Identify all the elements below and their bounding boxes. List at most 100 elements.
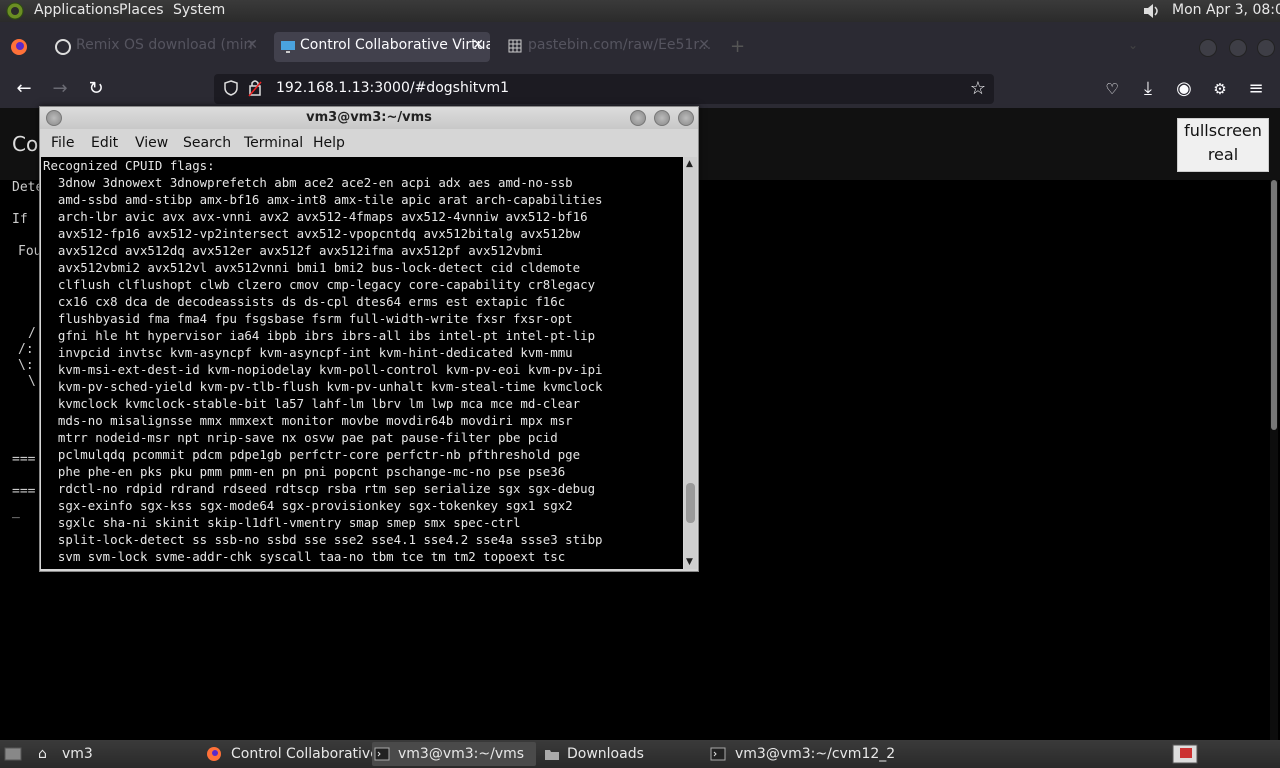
close-icon[interactable]: ✕	[698, 37, 710, 53]
top-panel: Applications Places System Mon Apr 3, 08…	[0, 0, 1280, 22]
scrollbar-thumb[interactable]	[1271, 180, 1277, 430]
menu-view[interactable]: View	[135, 135, 168, 151]
menu-places[interactable]: Places	[119, 2, 164, 18]
taskbar-item-downloads[interactable]: Downloads	[542, 742, 702, 766]
menu-edit[interactable]: Edit	[91, 135, 118, 151]
new-tab-icon[interactable]: +	[730, 36, 745, 57]
reload-icon[interactable]: ↻	[84, 78, 108, 100]
window-menu-icon[interactable]	[46, 110, 62, 126]
terminal-line: svm svm-lock svme-addr-chk syscall taa-n…	[43, 549, 566, 564]
terminal-output[interactable]: Recognized CPUID flags: 3dnow 3dnowext 3…	[41, 157, 683, 569]
vm-text-line: \:	[18, 358, 34, 373]
tab-title: pastebin.com/raw/Ee51r...	[528, 37, 712, 53]
terminal-line: sgx-exinfo sgx-kss sgx-mode64 sgx-provis…	[43, 498, 573, 513]
menu-help[interactable]: Help	[313, 135, 345, 151]
minimize-button[interactable]	[1199, 39, 1217, 57]
extensions-icon[interactable]: ⚙	[1208, 78, 1232, 100]
show-desktop-icon[interactable]	[4, 746, 22, 762]
terminal-line: sgxlc sha-ni skinit skip-l1dfl-vmentry s…	[43, 515, 521, 530]
account-icon[interactable]: ◉	[1172, 78, 1196, 100]
terminal-line: mtrr nodeid-msr npt nrip-save nx osvw pa…	[43, 430, 558, 445]
taskbar-item-vm3[interactable]: ⌂ vm3	[36, 742, 186, 766]
real-label: real	[1207, 145, 1239, 164]
scrollbar-thumb[interactable]	[686, 483, 695, 523]
close-button[interactable]	[678, 110, 694, 126]
tab-control-collaborative[interactable]: Control Collaborative Virtual ✕	[274, 32, 490, 62]
terminal-line: avx512-fp16 avx512-vp2intersect avx512-v…	[43, 226, 581, 241]
maximize-button[interactable]	[654, 110, 670, 126]
chevron-down-icon[interactable]: ⌄	[1128, 38, 1138, 52]
terminal-line: pclmulqdq pcommit pdcm pdpe1gb perfctr-c…	[43, 447, 581, 462]
url-text[interactable]: 192.168.1.13:3000/#dogshitvm1	[276, 80, 509, 96]
taskbar-item-browser[interactable]: Control Collaborative...	[204, 742, 392, 766]
taskbar-label: Control Collaborative...	[231, 746, 393, 762]
back-icon[interactable]: ←	[12, 78, 36, 100]
workspace-switcher-icon[interactable]	[1172, 744, 1198, 764]
github-icon	[55, 39, 71, 55]
pocket-icon[interactable]: ♡	[1100, 78, 1124, 100]
terminal-titlebar[interactable]: vm3@vm3:~/vms	[40, 107, 698, 129]
terminal-line: clflush clflushopt clwb clzero cmov cmp-…	[43, 277, 596, 292]
terminal-line: phe phe-en pks pku pmm pmm-en pn pni pop…	[43, 464, 566, 479]
firefox-icon[interactable]	[10, 38, 28, 56]
tab-title: Remix OS download (mirr	[76, 37, 255, 53]
vm-text-line: ===	[12, 484, 36, 499]
star-icon[interactable]: ☆	[970, 78, 986, 99]
fullscreen-button[interactable]: fullscreen real	[1177, 118, 1269, 172]
taskbar-item-terminal-vms[interactable]: vm3@vm3:~/vms	[372, 742, 536, 766]
vm-text-line: ===	[12, 452, 36, 467]
menu-applications[interactable]: Applications	[34, 2, 120, 18]
menu-search[interactable]: Search	[183, 135, 231, 151]
taskbar-label: vm3@vm3:~/cvm12_2	[735, 746, 896, 762]
tab-title: Control Collaborative Virtual	[300, 37, 490, 53]
scroll-down-icon[interactable]: ▼	[686, 557, 693, 567]
close-icon[interactable]: ✕	[472, 37, 484, 53]
terminal-line: kvm-pv-sched-yield kvm-pv-tlb-flush kvm-…	[43, 379, 603, 394]
menu-system[interactable]: System	[173, 2, 225, 18]
browser-nav-bar: ← → ↻ 192.168.1.13:3000/#dogshitvm1 ☆ ♡ …	[0, 70, 1280, 108]
vm-text-line: \	[28, 374, 36, 389]
tab-remix-os[interactable]: Remix OS download (mirr ✕	[50, 32, 264, 62]
terminal-icon	[374, 747, 390, 761]
browser-tab-bar: Remix OS download (mirr ✕ Control Collab…	[0, 22, 1280, 70]
taskbar-item-terminal-cvm12[interactable]: vm3@vm3:~/cvm12_2	[708, 742, 898, 766]
volume-icon[interactable]	[1140, 1, 1162, 21]
folder-home-icon: ⌂	[38, 746, 47, 762]
forward-icon[interactable]: →	[48, 78, 72, 100]
terminal-line: gfni hle ht hypervisor ia64 ibpb ibrs ib…	[43, 328, 596, 343]
menu-file[interactable]: File	[51, 135, 74, 151]
maximize-button[interactable]	[1229, 39, 1247, 57]
fullscreen-label: fullscreen	[1184, 121, 1262, 140]
terminal-line: Recognized CPUID flags:	[43, 158, 215, 173]
grid-icon	[508, 39, 522, 53]
download-icon[interactable]: ⤓	[1136, 78, 1160, 100]
page-scrollbar[interactable]	[1270, 180, 1278, 740]
lock-warning-icon[interactable]	[248, 79, 262, 97]
shield-icon[interactable]	[224, 80, 238, 96]
terminal-line: kvmclock kvmclock-stable-bit la57 lahf-l…	[43, 396, 581, 411]
clock[interactable]: Mon Apr 3, 08:00	[1172, 2, 1280, 18]
scroll-up-icon[interactable]: ▲	[686, 159, 693, 169]
terminal-line: avx512vbmi2 avx512vl avx512vnni bmi1 bmi…	[43, 260, 581, 275]
vm-text-line: /:	[18, 342, 34, 357]
terminal-line: split-lock-detect ss ssb-no ssbd sse sse…	[43, 532, 603, 547]
folder-icon	[545, 750, 559, 760]
terminal-window[interactable]: vm3@vm3:~/vms File Edit View Search Term…	[39, 106, 699, 572]
terminal-icon	[710, 747, 726, 761]
taskbar-label: vm3	[62, 746, 93, 762]
url-bar[interactable]: 192.168.1.13:3000/#dogshitvm1 ☆	[214, 74, 994, 104]
tab-pastebin[interactable]: pastebin.com/raw/Ee51r... ✕	[502, 32, 716, 62]
distro-logo-icon[interactable]	[6, 2, 24, 20]
terminal-scrollbar[interactable]: ▲ ▼	[684, 157, 697, 569]
vm-text-line: If	[12, 212, 36, 227]
menu-terminal[interactable]: Terminal	[244, 135, 303, 151]
hamburger-menu-icon[interactable]: ≡	[1244, 78, 1268, 100]
vm-text-line: /	[28, 326, 36, 341]
terminal-line: mds-no misalignsse mmx mmxext monitor mo…	[43, 413, 573, 428]
close-window-button[interactable]	[1257, 39, 1275, 57]
minimize-button[interactable]	[630, 110, 646, 126]
page-title: Co	[12, 132, 39, 156]
terminal-line: amd-ssbd amd-stibp amx-bf16 amx-int8 amx…	[43, 192, 603, 207]
close-icon[interactable]: ✕	[246, 37, 258, 53]
terminal-menubar: File Edit View Search Terminal Help	[40, 131, 698, 157]
